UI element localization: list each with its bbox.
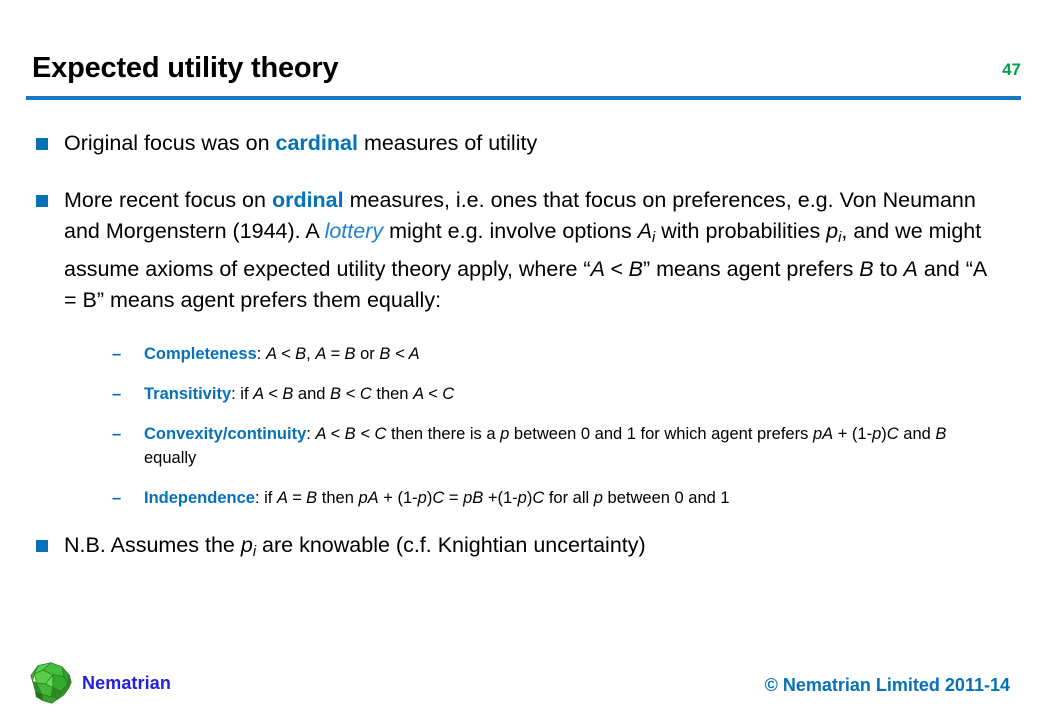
- bullet-text: N.B. Assumes the pi are knowable (c.f. K…: [64, 533, 646, 560]
- variable-a: A: [637, 219, 653, 243]
- axiom-item-convexity-continuity: – Convexity/continuity: A < B < C then t…: [0, 422, 1040, 470]
- expression: A < B: [253, 385, 294, 404]
- axiom-colon: :: [231, 385, 241, 404]
- bullet-text: Original focus was on cardinal measures …: [64, 131, 537, 155]
- axiom-sep: if: [264, 489, 277, 508]
- axiom-sep: between 0 and 1 for which agent prefers: [509, 425, 813, 444]
- axiom-sep: =: [444, 489, 464, 508]
- axiom-item-independence: – Independence: if A = B then pA + (1-p)…: [0, 486, 1040, 510]
- keyword-ordinal: ordinal: [271, 188, 344, 212]
- bullet-item-ordinal: More recent focus on ordinal measures, i…: [0, 185, 1040, 316]
- axiom-name: Convexity/continuity: [144, 425, 307, 444]
- variable-p: p: [517, 489, 527, 508]
- axiom-text: Completeness: A < B, A = B or B < A: [144, 345, 420, 363]
- brand-name: Nematrian: [82, 672, 171, 693]
- bullet-text-s4: with probabilities: [655, 219, 827, 243]
- expression: A < B: [265, 345, 307, 364]
- expression: A = B: [315, 345, 356, 364]
- expression: pB: [463, 489, 484, 508]
- bullet-item-cardinal: Original focus was on cardinal measures …: [0, 128, 1040, 159]
- copyright-notice: © Nematrian Limited 2011-14: [764, 675, 1010, 695]
- bullet-text: More recent focus on ordinal measures, i…: [64, 188, 986, 312]
- title-divider: [26, 96, 1021, 100]
- axiom-sep: if: [240, 385, 254, 404]
- bullet-text-s1: More recent focus on: [64, 188, 272, 212]
- slide-body: Original focus was on cardinal measures …: [0, 128, 1040, 594]
- variable-p: p: [593, 489, 603, 508]
- bullet-text-pre: Original focus was on: [64, 131, 276, 155]
- variable-c: C: [886, 425, 899, 444]
- axiom-name: Transitivity: [144, 385, 232, 404]
- dash-bullet-icon: –: [112, 345, 122, 364]
- axiom-text: Transitivity: if A < B and B < C then A …: [144, 385, 454, 403]
- bullet-text-s3: might e.g. involve options: [383, 219, 638, 243]
- axiom-sep: ,: [306, 345, 316, 364]
- expression-a-lt-b: A < B: [590, 257, 643, 282]
- bullet-text-s6: ” means agent prefers: [642, 257, 860, 282]
- expression: pA: [812, 425, 834, 444]
- axiom-sep: equally: [144, 449, 197, 468]
- variable-p: p: [500, 425, 510, 444]
- slide-header: Expected utility theory 47: [0, 52, 1040, 104]
- slide-footer: Nematrian © Nematrian Limited 2011-14: [0, 646, 1040, 720]
- slide: Expected utility theory 47 Original focu…: [0, 0, 1040, 720]
- bullet-text-pre: N.B. Assumes the: [64, 533, 241, 558]
- expression: B < A: [379, 345, 420, 364]
- axiom-name: Independence: [144, 489, 255, 508]
- dash-bullet-icon: –: [112, 385, 122, 404]
- axiom-list: – Completeness: A < B, A = B or B < A – …: [0, 342, 1040, 510]
- axiom-item-completeness: – Completeness: A < B, A = B or B < A: [0, 342, 1040, 366]
- expression: B < C: [330, 385, 372, 404]
- bullet-text-s7: to: [873, 257, 904, 282]
- page-title: Expected utility theory: [32, 52, 339, 84]
- axiom-sep: between 0 and 1: [602, 489, 730, 508]
- axiom-item-transitivity: – Transitivity: if A < B and B < C then …: [0, 382, 1040, 406]
- variable-p: p: [826, 219, 839, 243]
- variable-c: C: [432, 489, 445, 508]
- expression: A = B: [276, 489, 318, 508]
- variable-p: p: [417, 489, 427, 508]
- axiom-sep: +(1-: [483, 489, 518, 508]
- variable-b: B: [935, 425, 947, 444]
- bullet-item-nb: N.B. Assumes the pi are knowable (c.f. K…: [0, 530, 1040, 568]
- axiom-sep: then: [317, 489, 359, 508]
- bullet-text-post: are knowable (c.f. Knightian uncertainty…: [256, 533, 646, 558]
- dash-bullet-icon: –: [112, 425, 122, 444]
- expression: pA: [358, 489, 379, 508]
- expression: A < C: [413, 385, 455, 404]
- dash-bullet-icon: –: [112, 489, 122, 508]
- expression: A < B < C: [315, 425, 387, 444]
- axiom-sep: then: [371, 385, 414, 404]
- variable-a: A: [903, 257, 918, 282]
- axiom-colon: :: [254, 489, 265, 508]
- variable-p: p: [872, 425, 882, 444]
- axiom-sep: or: [355, 345, 380, 364]
- bullet-text-post: measures of utility: [357, 131, 538, 155]
- square-bullet-icon: [36, 195, 48, 207]
- axiom-name: Completeness: [144, 345, 257, 364]
- square-bullet-icon: [36, 138, 48, 150]
- variable-p: p: [240, 533, 253, 558]
- square-bullet-icon: [36, 540, 48, 553]
- axiom-colon: :: [256, 345, 266, 364]
- keyword-cardinal: cardinal: [275, 131, 358, 155]
- axiom-sep: then there is a: [386, 425, 501, 444]
- axiom-sep: + (1-: [833, 425, 873, 444]
- axiom-text: Independence: if A = B then pA + (1-p)C …: [144, 489, 730, 507]
- variable-c: C: [532, 489, 545, 508]
- axiom-sep: and: [293, 385, 331, 404]
- nematrian-polyhedron-icon: [30, 662, 72, 704]
- axiom-text: Convexity/continuity: A < B < C then the…: [144, 425, 946, 467]
- brand-logo: Nematrian: [28, 660, 171, 706]
- variable-b: B: [859, 257, 874, 282]
- axiom-sep: and: [898, 425, 936, 444]
- axiom-sep: for all: [544, 489, 594, 508]
- axiom-sep: + (1-: [378, 489, 418, 508]
- page-number: 47: [1002, 60, 1021, 79]
- emphasis-lottery: lottery: [324, 219, 384, 243]
